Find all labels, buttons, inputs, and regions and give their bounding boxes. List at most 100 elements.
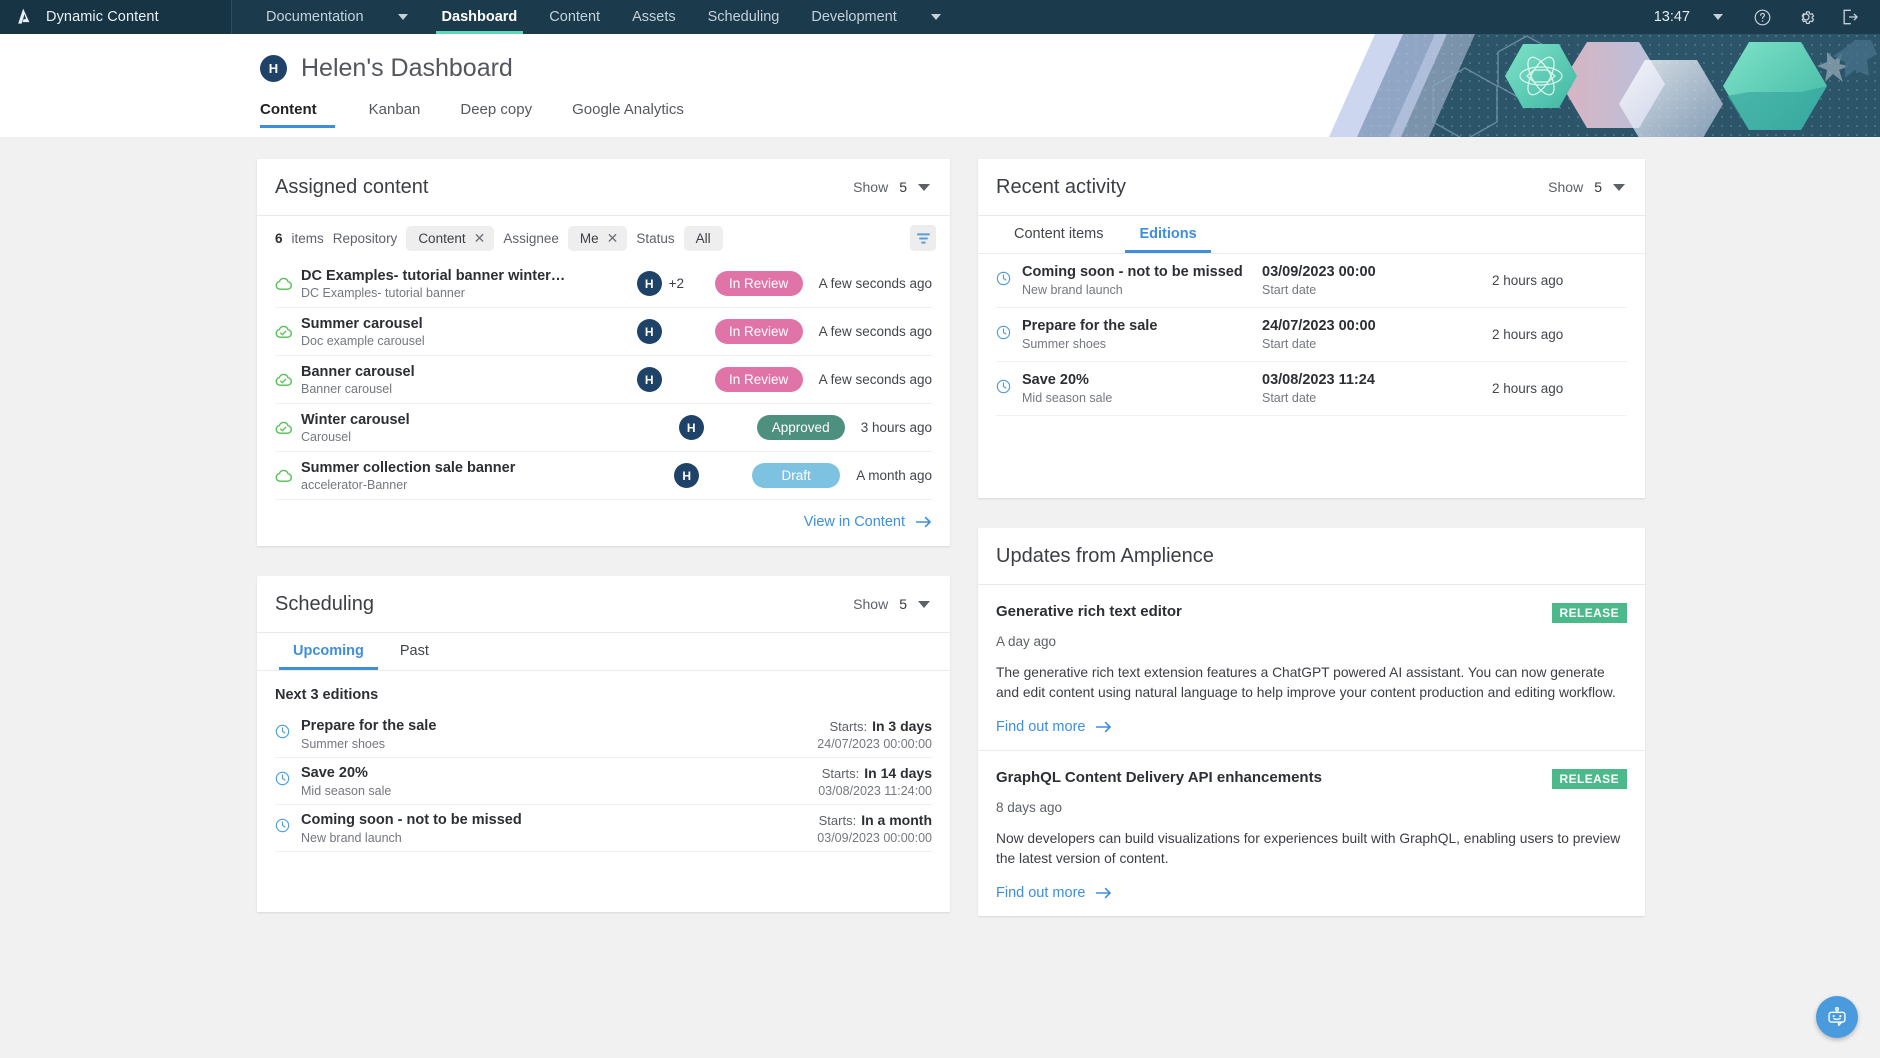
tab-google-analytics[interactable]: Google Analytics	[552, 95, 704, 128]
nav-item-label: Development	[811, 9, 897, 25]
timezone-dropdown-caret[interactable]	[1696, 0, 1740, 34]
row-text: Summer carousel Doc example carousel	[301, 316, 637, 348]
list-item-title: Prepare for the sale	[301, 717, 437, 734]
updates-title: Updates from Amplience	[996, 544, 1214, 567]
table-row[interactable]: Coming soon - not to be missed New brand…	[996, 254, 1627, 308]
chevron-down-icon	[1613, 183, 1625, 191]
assigned-filter-bar: 6 items Repository Content ✕ Assignee Me…	[257, 216, 950, 260]
chip-label: All	[695, 230, 711, 246]
find-out-more-link[interactable]: Find out more	[996, 719, 1112, 735]
table-row[interactable]: Banner carousel Banner carousel H In Rev…	[275, 356, 932, 404]
arrow-right-icon	[1096, 721, 1112, 733]
settings-button[interactable]	[1784, 0, 1828, 34]
tab-content-items[interactable]: Content items	[996, 216, 1121, 253]
assigned-show-selector[interactable]: Show 5	[853, 179, 930, 195]
nav-item-content[interactable]: Content	[533, 0, 616, 34]
row-name: Coming soon - not to be missed New brand…	[1022, 264, 1262, 297]
page-header: H Helen's Dashboard Content Kanban Deep …	[0, 34, 1880, 137]
update-item: Generative rich text editor RELEASE A da…	[978, 585, 1645, 751]
help-button[interactable]	[1740, 0, 1784, 34]
assignee-filter-chip[interactable]: Me ✕	[567, 225, 628, 251]
list-item-text: Coming soon - not to be missed New brand…	[301, 812, 817, 845]
starts-value: In a month	[861, 811, 932, 828]
starts-datetime: 03/09/2023 00:00:00	[817, 830, 932, 845]
table-row[interactable]: Prepare for the sale Summer shoes 24/07/…	[996, 308, 1627, 362]
row-timestamp: 2 hours ago	[1492, 327, 1564, 342]
update-body: The generative rich text extension featu…	[996, 665, 1616, 701]
close-icon[interactable]: ✕	[474, 231, 486, 245]
row-subtitle: DC Examples- tutorial banner	[301, 285, 465, 300]
chatbot-button[interactable]	[1816, 996, 1858, 1038]
development-dropdown-caret[interactable]	[913, 0, 959, 34]
table-row[interactable]: Summer carousel Doc example carousel H I…	[275, 308, 932, 356]
activity-show-selector[interactable]: Show 5	[1548, 179, 1625, 195]
nav-item-documentation[interactable]: Documentation	[250, 0, 380, 34]
row-assignees: H	[674, 463, 752, 488]
tab-content[interactable]: Content	[260, 95, 349, 128]
cloud-icon	[275, 277, 301, 290]
user-avatar[interactable]: H	[260, 55, 287, 82]
close-icon[interactable]: ✕	[607, 231, 619, 245]
clock-display: 13:47	[1653, 9, 1690, 25]
assigned-content-footer: View in Content	[257, 500, 950, 546]
amplience-logo-icon	[14, 7, 34, 27]
nav-item-scheduling[interactable]: Scheduling	[692, 0, 796, 34]
tab-upcoming[interactable]: Upcoming	[275, 633, 382, 670]
row-title: Summer collection sale banner	[301, 459, 516, 476]
filter-toggle-button[interactable]	[910, 225, 936, 251]
scheduling-list: Prepare for the sale Summer shoes Starts…	[257, 711, 950, 852]
row-text: Banner carousel Banner carousel	[301, 364, 637, 396]
row-date-label: Start date	[1262, 391, 1317, 405]
table-row[interactable]: DC Examples- tutorial banner winter co..…	[275, 260, 932, 308]
row-date-value: 03/08/2023 11:24	[1262, 372, 1375, 388]
list-item[interactable]: Save 20% Mid season sale Starts: In 14 da…	[275, 758, 932, 805]
brand-name: Dynamic Content	[46, 9, 159, 25]
table-row[interactable]: Save 20% Mid season sale 03/08/2023 11:2…	[996, 362, 1627, 416]
chevron-down-icon	[930, 14, 941, 20]
avatar: H	[636, 319, 662, 344]
row-name: Save 20% Mid season sale	[1022, 372, 1262, 405]
repository-filter-chip[interactable]: Content ✕	[406, 225, 495, 251]
filter-icon	[916, 232, 930, 244]
scheduling-show-selector[interactable]: Show 5	[853, 596, 930, 612]
brand-area[interactable]: Dynamic Content	[0, 0, 232, 34]
status-badge: In Review	[714, 271, 803, 296]
list-item[interactable]: Coming soon - not to be missed New brand…	[275, 805, 932, 852]
table-row[interactable]: Winter carousel Carousel H Approved 3 ho…	[275, 404, 932, 452]
logout-button[interactable]	[1828, 0, 1872, 34]
row-title: Coming soon - not to be missed	[1022, 264, 1243, 280]
view-in-content-link[interactable]: View in Content	[804, 514, 932, 530]
item-count-number: 6	[275, 230, 283, 246]
status-filter-chip[interactable]: All	[683, 225, 723, 251]
clock-icon	[275, 818, 301, 838]
main-nav-items: Documentation Dashboard Content Assets S…	[232, 0, 959, 34]
nav-item-development[interactable]: Development	[795, 0, 912, 34]
update-title: Generative rich text editor	[996, 603, 1182, 620]
list-item-schedule: Starts: In a month 03/09/2023 00:00:00	[817, 812, 932, 845]
clock-icon	[996, 379, 1022, 399]
tab-label: Editions	[1139, 226, 1197, 242]
find-out-more-link[interactable]: Find out more	[996, 885, 1112, 901]
nav-item-dashboard[interactable]: Dashboard	[426, 0, 534, 34]
nav-item-assets[interactable]: Assets	[616, 0, 692, 34]
list-item-subtitle: New brand launch	[301, 830, 402, 845]
update-age: 8 days ago	[996, 799, 1063, 815]
tab-editions[interactable]: Editions	[1121, 216, 1214, 253]
row-title: Winter carousel	[301, 411, 410, 428]
scheduling-spacer	[257, 852, 950, 912]
table-row[interactable]: Summer collection sale banner accelerato…	[275, 452, 932, 500]
starts-row: Starts: In 14 days	[818, 765, 932, 781]
list-item[interactable]: Prepare for the sale Summer shoes Starts…	[275, 711, 932, 758]
documentation-dropdown-caret[interactable]	[380, 0, 426, 34]
tab-deep-copy[interactable]: Deep copy	[440, 95, 552, 128]
assignee-filter-label: Assignee	[503, 230, 559, 246]
row-title: Prepare for the sale	[1022, 318, 1158, 334]
row-timestamp: 2 hours ago	[1492, 273, 1564, 288]
nav-item-label: Assets	[632, 9, 676, 25]
tab-past[interactable]: Past	[382, 633, 447, 670]
tab-kanban[interactable]: Kanban	[349, 95, 441, 128]
cloud-check-icon	[275, 421, 301, 434]
update-title: GraphQL Content Delivery API enhancement…	[996, 768, 1322, 786]
link-label: View in Content	[803, 514, 905, 530]
status-badge: RELEASE	[1551, 768, 1627, 789]
